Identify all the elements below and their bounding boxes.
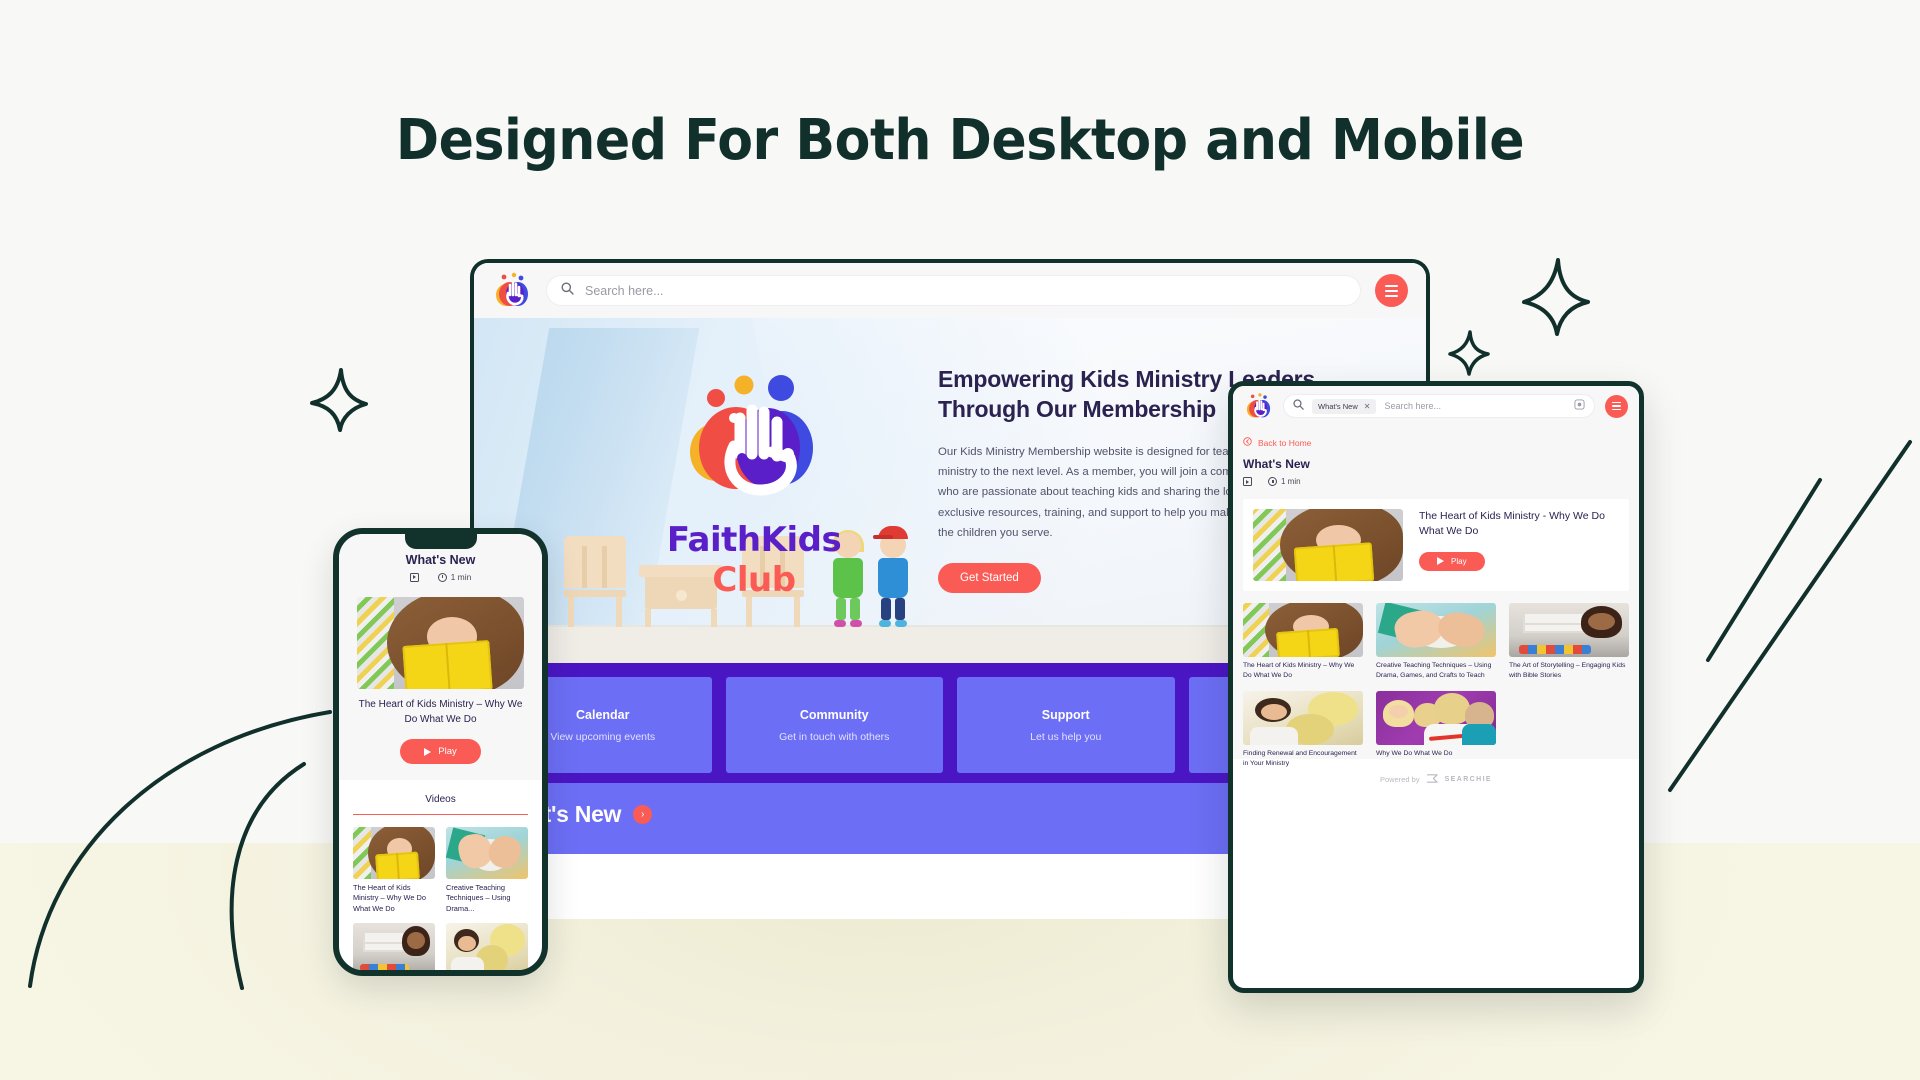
searchie-logo-icon [1426, 773, 1439, 786]
tablet-body: Back to Home What's New 1 min The Heart … [1233, 426, 1639, 767]
page-title: Designed For Both Desktop and Mobile [395, 108, 1525, 173]
tablet-video-thumbnail [1243, 603, 1363, 657]
nav-card-community[interactable]: Community Get in touch with others [725, 677, 943, 773]
tablet-video-item[interactable]: The Art of Storytelling – Engaging Kids … [1509, 603, 1629, 680]
video-icon [409, 572, 419, 582]
tablet-topbar: What's New ✕ Search here... [1233, 386, 1639, 426]
tablet-video-item-empty [1509, 691, 1629, 768]
search-icon [561, 282, 574, 300]
faithkids-logo-icon[interactable] [1244, 392, 1273, 421]
phone-video-item[interactable] [446, 923, 528, 970]
desktop-hamburger-menu-icon[interactable] [1375, 274, 1408, 307]
clear-circle-icon[interactable] [1574, 397, 1585, 415]
tablet-feature-caption: The Heart of Kids Ministry - Why We Do W… [1419, 510, 1605, 537]
phone-video-grid: The Heart of Kids Ministry – Why We Do W… [339, 815, 542, 970]
back-arrow-icon [1243, 437, 1252, 448]
phone-duration: 1 min [437, 572, 472, 582]
tablet-play-button[interactable]: Play [1419, 551, 1485, 571]
tablet-search-input[interactable]: What's New ✕ Search here... [1283, 394, 1595, 418]
phone-video-caption: Creative Teaching Techniques – Using Dra… [446, 883, 511, 913]
powered-by-label: Powered by [1380, 775, 1420, 784]
searchie-brand-label: SEARCHIE [1444, 776, 1492, 783]
phone-video-thumbnail [353, 827, 435, 879]
close-icon[interactable]: ✕ [1364, 402, 1371, 411]
brand-name: FaithKids [666, 520, 842, 560]
nav-card-title: Calendar [576, 707, 630, 722]
phone-video-item[interactable]: Creative Teaching Techniques – Using Dra… [446, 827, 528, 914]
back-to-home-link[interactable]: Back to Home [1243, 426, 1629, 457]
phone-feature-image-wrap [339, 591, 542, 689]
phone-play-label: Play [438, 746, 457, 757]
phone-video-item[interactable] [353, 923, 435, 970]
search-icon [1293, 397, 1304, 415]
phone-tab-videos[interactable]: Videos [353, 780, 528, 815]
tablet-chip-label: What's New [1318, 401, 1358, 411]
tablet-duration-label: 1 min [1281, 477, 1301, 486]
nav-card-subtitle: Get in touch with others [779, 730, 890, 743]
tablet-play-label: Play [1451, 556, 1467, 566]
play-icon [1437, 557, 1444, 566]
tablet-duration: 1 min [1268, 477, 1301, 486]
phone-duration-label: 1 min [450, 572, 472, 582]
play-icon [424, 747, 432, 756]
video-icon [1243, 477, 1252, 486]
nav-card-subtitle: View upcoming events [550, 730, 656, 743]
brand-subname: Club [712, 560, 796, 600]
tablet-video-item[interactable]: Creative Teaching Techniques – Using Dra… [1376, 603, 1496, 680]
phone-video-thumbnail [446, 923, 528, 970]
phone-play-wrap: Play [339, 727, 542, 780]
desktop-search-placeholder: Search here... [585, 283, 664, 298]
phone-play-button[interactable]: Play [400, 739, 481, 764]
tablet-feature-thumbnail[interactable] [1253, 509, 1403, 581]
tablet-video-thumbnail [1376, 691, 1496, 746]
phone-mockup: What's New 1 min The Heart of Kids Minis… [333, 528, 548, 976]
nav-card-support[interactable]: Support Let us help you [957, 677, 1175, 773]
tablet-video-item[interactable]: The Heart of Kids Ministry – Why We Do W… [1243, 603, 1363, 680]
tablet-video-item[interactable]: Finding Renewal and Encouragement in You… [1243, 691, 1363, 768]
tablet-mockup: What's New ✕ Search here... Back to Home… [1228, 381, 1644, 993]
desktop-search-input[interactable]: Search here... [546, 275, 1361, 306]
nav-card-title: Community [799, 707, 869, 722]
tablet-video-caption: Why We Do What We Do [1376, 750, 1453, 758]
phone-video-thumbnail [353, 923, 435, 970]
phone-feature-thumbnail[interactable] [357, 597, 524, 689]
tablet-video-grid: The Heart of Kids Ministry – Why We Do W… [1243, 591, 1629, 769]
phone-feature-caption: The Heart of Kids Ministry – Why We Do W… [339, 689, 542, 727]
tablet-video-thumbnail [1509, 603, 1629, 657]
faithkids-brand-lockup: FaithKids Club [614, 366, 894, 600]
faithkids-logo-mark-icon [664, 366, 844, 516]
back-to-home-label: Back to Home [1258, 437, 1312, 448]
tablet-video-thumbnail [1243, 691, 1363, 746]
phone-video-item[interactable]: The Heart of Kids Ministry – Why We Do W… [353, 827, 435, 914]
tablet-search-filter-chip[interactable]: What's New ✕ [1312, 398, 1377, 414]
get-started-button[interactable]: Get Started [938, 563, 1041, 594]
tablet-video-caption: The Heart of Kids Ministry – Why We Do W… [1243, 662, 1355, 679]
chevron-right-icon[interactable]: › [633, 805, 653, 824]
tablet-video-item[interactable]: Why We Do What We Do [1376, 691, 1496, 768]
tablet-hamburger-menu-icon[interactable] [1605, 394, 1628, 418]
tablet-video-caption: Creative Teaching Techniques – Using Dra… [1376, 662, 1492, 679]
tablet-feature-card: The Heart of Kids Ministry - Why We Do W… [1243, 499, 1629, 591]
phone-video-thumbnail [446, 827, 528, 879]
phone-video-caption: The Heart of Kids Ministry – Why We Do W… [353, 883, 426, 913]
tablet-video-caption: Finding Renewal and Encouragement in You… [1243, 750, 1357, 767]
desktop-topbar: Search here... [474, 263, 1426, 318]
phone-page-title: What's New [405, 553, 476, 567]
phone-meta: 1 min [339, 572, 542, 582]
phone-notch [404, 534, 477, 549]
tablet-page-title: What's New [1243, 457, 1310, 471]
nav-card-title: Support [1041, 707, 1090, 722]
nav-card-subtitle: Let us help you [1030, 730, 1102, 743]
tablet-meta: 1 min [1243, 477, 1629, 486]
faithkids-logo-icon[interactable] [492, 271, 532, 311]
clock-icon [437, 572, 447, 582]
tablet-search-placeholder: Search here... [1384, 401, 1442, 411]
tablet-video-caption: The Art of Storytelling – Engaging Kids … [1509, 662, 1626, 679]
clock-icon [1268, 477, 1277, 486]
tablet-video-thumbnail [1376, 603, 1496, 657]
